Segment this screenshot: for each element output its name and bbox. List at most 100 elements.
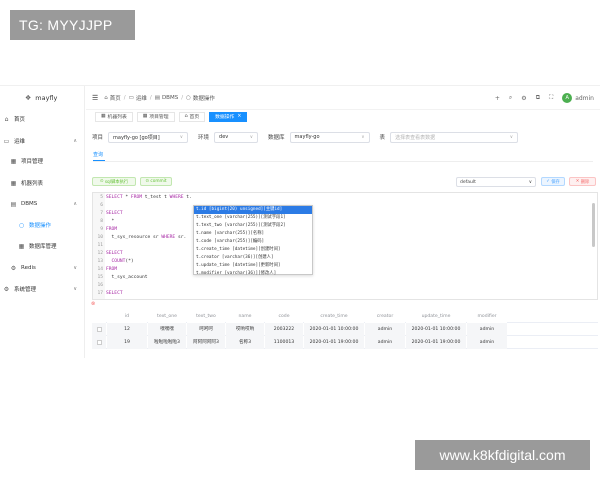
save-button[interactable]: ✓ 保存 (541, 177, 565, 186)
table-cell[interactable]: 啦啦啦啦啦3 (148, 335, 186, 349)
close-icon[interactable]: × (237, 114, 241, 119)
table-cell[interactable]: 嘿嘿嘿 (148, 322, 186, 336)
table-cell[interactable]: 12 (107, 322, 147, 336)
table-cell[interactable]: 2003222 (265, 322, 303, 336)
row-checkbox[interactable] (96, 339, 102, 345)
copy-icon[interactable]: ⧉ (536, 94, 540, 102)
table-cell[interactable]: 哎哟哎哟 (226, 322, 264, 336)
table-cell[interactable]: 2020-01-01 19:00:00 (304, 335, 364, 349)
theme-select[interactable]: default ∨ (456, 177, 536, 187)
menu-toggle-icon[interactable]: ☰ (92, 94, 98, 102)
sidebar-item-home[interactable]: ⌂ 首页 (0, 113, 85, 125)
autocomplete-item[interactable]: t.id [bigint(20) unsigned][主键id] (194, 206, 312, 214)
run-sql-button[interactable]: ⊙ sql脚本执行 (92, 177, 136, 186)
table-cell[interactable]: 阿阿阿阿阿3 (187, 335, 225, 349)
project-select[interactable]: mayfly-go [go项目] ∨ (108, 131, 189, 143)
code-line[interactable]: 14 FROM (93, 266, 593, 274)
column-header[interactable]: text_one (148, 309, 186, 323)
table-cell[interactable]: 2020-01-01 10:00:00 (406, 322, 466, 336)
code-line[interactable]: 7 SELECT (93, 210, 593, 218)
tab-machines[interactable]: ▦ 机器列表 (95, 111, 133, 122)
column-header[interactable]: create_time (304, 309, 364, 323)
autocomplete-item[interactable]: t.update_time [datetime][更新时间] (194, 262, 312, 270)
autocomplete-item[interactable]: t.code [varchar(255)][编码] (194, 238, 312, 246)
row-checkbox-cell (92, 322, 106, 336)
search-icon[interactable]: ⌕ (509, 94, 512, 102)
commit-button[interactable]: ⊙ commit (140, 177, 172, 186)
editor-scrollbar[interactable] (592, 203, 595, 247)
autocomplete-item[interactable]: t.name [varchar(255)][名称] (194, 230, 312, 238)
sidebar-item-redis[interactable]: ⚙ Redis ∨ (0, 262, 85, 274)
row-checkbox[interactable] (96, 326, 102, 332)
table-select[interactable]: 选择表查看表数据 ∨ (390, 131, 519, 143)
autocomplete-item[interactable]: t.creator [varchar(36)][创建人] (194, 254, 312, 262)
breadcrumb-item[interactable]: 首页 (110, 94, 121, 102)
table-row[interactable]: 19 啦啦啦啦啦3 阿阿阿阿阿3 名称3 1100013 2020-01-01 19:00… (92, 335, 598, 349)
avatar[interactable]: A (562, 93, 573, 103)
autocomplete-item[interactable]: t.create_time [datetime][创建时间] (194, 246, 312, 254)
sidebar-item-machines[interactable]: ▦ 机器列表 (0, 177, 85, 189)
table-cell[interactable]: 呵呵呵 (187, 322, 225, 336)
db-select[interactable]: mayfly-go ∨ (289, 131, 370, 143)
code-line[interactable]: 12 SELECT (93, 250, 593, 258)
sidebar-item-projects[interactable]: ▦ 项目管理 (0, 155, 85, 167)
column-header[interactable]: creator (365, 309, 405, 323)
code-line[interactable]: 6 (93, 202, 593, 210)
tab-projects[interactable]: ▦ 项目管理 (136, 111, 175, 122)
line-number: 8 (100, 219, 103, 224)
breadcrumb-item[interactable]: DBMS (162, 95, 178, 101)
code-line[interactable]: 9 FROM (93, 226, 593, 234)
username[interactable]: admin (575, 95, 594, 102)
table-cell[interactable]: 2020-01-01 19:00:00 (406, 335, 466, 349)
chevron-down-icon: ∨ (73, 286, 77, 292)
editor-toolbar: ⊙ sql脚本执行 ⊙ commit default ∨ ✓ 保存 ✕ 删除 (92, 177, 597, 187)
sql-editor[interactable]: 5 SELECT * FROM t_test t WHERE t. 6 7 SELECT… (92, 192, 598, 300)
code-line[interactable]: 16 (93, 282, 593, 290)
sidebar-item-ops[interactable]: ▭ 运维 ∧ (0, 135, 85, 147)
env-select-value: dev (219, 134, 229, 140)
code-line[interactable]: 10 t_sys_resource sr WHERE sr. (93, 234, 593, 242)
code-line[interactable]: 11 (93, 242, 593, 250)
column-header[interactable]: id (107, 309, 147, 323)
fullscreen-icon[interactable]: ⛶ (549, 94, 553, 102)
table-cell[interactable]: 名称3 (226, 335, 264, 349)
code-line[interactable]: 15 t_sys_account (93, 274, 593, 282)
env-select[interactable]: dev ∨ (214, 131, 259, 143)
autocomplete-item[interactable]: t.modifier [varchar(36)][修改人] (194, 270, 312, 278)
add-icon[interactable]: + (495, 95, 500, 102)
autocomplete-item[interactable]: t.text_one [varchar(255)][测试字段1] (194, 214, 312, 222)
column-header[interactable]: code (265, 309, 303, 323)
table-cell[interactable]: admin (467, 335, 507, 349)
code-line[interactable]: 5 SELECT * FROM t_test t WHERE t. (93, 194, 593, 202)
delete-button[interactable]: ✕ 删除 (569, 177, 596, 186)
theme-select-value: default (460, 179, 476, 185)
code-line[interactable]: 17 SELECT (93, 290, 593, 298)
code-line[interactable]: 8 * (93, 218, 593, 226)
settings-icon[interactable]: ⚙ (521, 95, 526, 102)
column-header[interactable]: update_time (406, 309, 466, 323)
tab-query[interactable]: 查询 (93, 151, 103, 158)
table-cell[interactable]: admin (365, 322, 405, 336)
autocomplete-item[interactable]: t.text_two [varchar(255)][测试字段2] (194, 222, 312, 230)
table-cell[interactable]: 2020-01-01 10:00:00 (304, 322, 364, 336)
table-cell[interactable]: admin (365, 335, 405, 349)
breadcrumb-item[interactable]: 运维 (136, 94, 147, 102)
code-line[interactable]: 13 COUNT(*) (93, 258, 593, 266)
check-icon: ⊙ (145, 179, 149, 184)
column-header[interactable]: text_two (187, 309, 225, 323)
tab-home[interactable]: ⌂ 首页 (178, 111, 206, 122)
sidebar-item-data-ops[interactable]: ○ 数据操作 (0, 219, 85, 231)
table-cell[interactable]: 1100013 (265, 335, 303, 349)
sidebar-item-db-manage[interactable]: ▦ 数据库管理 (0, 240, 85, 252)
table-row[interactable]: 12 嘿嘿嘿 呵呵呵 哎哟哎哟 2003222 2020-01-01 10:00:00 ad… (92, 322, 598, 336)
column-header[interactable]: modifier (467, 309, 507, 323)
sidebar-item-dbms[interactable]: ▤ DBMS ∧ (0, 198, 85, 210)
column-header[interactable]: name (226, 309, 264, 323)
code-token: t. (183, 195, 192, 200)
brand-logo[interactable]: ❖ mayfly (0, 86, 84, 110)
tab-data-ops[interactable]: 数据操作 × (209, 111, 248, 122)
table-cell[interactable]: admin (467, 322, 507, 336)
table-cell[interactable]: 19 (107, 335, 147, 349)
code-token: FROM (106, 227, 118, 232)
sidebar-item-system[interactable]: ⚙ 系统管理 ∨ (0, 283, 85, 295)
